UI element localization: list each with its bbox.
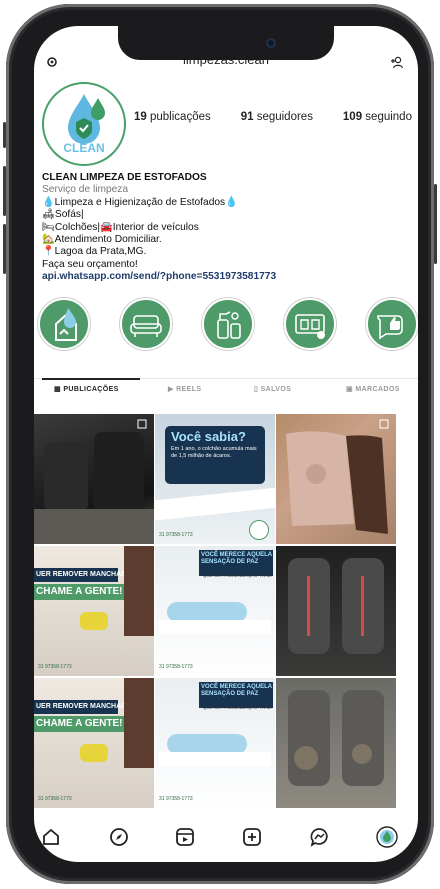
post-merece-paz[interactable]: VOCÊ MERECE AQUELA SENSAÇÃO DE PAZ QUE S… (155, 546, 275, 676)
post-phone: 31 97358-1773 (159, 664, 193, 670)
highlight-home[interactable] (38, 298, 90, 350)
tab-marcados[interactable]: ▣ MARCADOS (346, 385, 400, 393)
posts-count: 19 (134, 111, 147, 123)
add-user-icon[interactable] (390, 55, 404, 69)
bio-link[interactable]: api.whatsapp.com/send/?phone=55319735817… (42, 271, 402, 283)
bio-line: 💧Limpeza e Higienização de Estofados💧 (42, 196, 238, 208)
highlight-thumbs[interactable] (366, 298, 418, 350)
post-subtext: CHAME A GENTE! (36, 718, 123, 729)
followers-stat[interactable]: 91 seguidores (241, 111, 313, 123)
home-check-icon (55, 308, 77, 341)
following-label: seguindo (365, 111, 412, 123)
post-car-seats[interactable] (276, 546, 396, 676)
post-merece-paz-2[interactable]: VOCÊ MERECE AQUELA SENSAÇÃO DE PAZ QUE S… (155, 678, 275, 808)
followers-label: seguidores (256, 111, 313, 123)
highlight-products[interactable] (202, 298, 254, 350)
post-phone: 31 97358-1773 (159, 532, 193, 538)
post-phone: 31 97358-1773 (38, 796, 72, 802)
messenger-icon (310, 828, 328, 847)
car-seat-icon (295, 314, 325, 339)
following-count: 109 (342, 111, 363, 123)
nav-new-post[interactable] (241, 826, 263, 848)
post-phone: 31 97358-1773 (159, 796, 193, 802)
tab-label: MARCADOS (355, 386, 400, 393)
followers-count: 91 (240, 111, 254, 123)
post-subtext: CHAME A GENTE! (36, 586, 123, 597)
nav-home[interactable] (40, 826, 62, 848)
story-highlights (34, 298, 418, 350)
phone-frame: limpezas.clean CLEAN 19 publicações 91 s… (3, 4, 437, 884)
notch (118, 26, 334, 60)
tab-publicacoes[interactable]: ▦ PUBLICAÇÕES (54, 385, 119, 393)
tab-label: SALVOS (260, 386, 292, 393)
nav-profile[interactable] (376, 826, 398, 848)
highlight-sofa[interactable] (120, 298, 172, 350)
post-caption: Você sabia? (171, 429, 246, 444)
bio: CLEAN LIMPEZA DE ESTOFADOS Serviço de li… (42, 172, 402, 284)
tab-salvos[interactable]: ▯ SALVOS (254, 385, 291, 393)
post-caption: VOCÊ MERECE AQUELA SENSAÇÃO DE PAZ (201, 552, 272, 565)
post-caption: UER REMOVER MANCHAS? (36, 703, 131, 710)
post-subtext: QUE SÓ A HIGIENIZAÇÃO TRAZ. (203, 705, 272, 710)
home-icon (43, 828, 59, 845)
explore-icon (110, 828, 128, 846)
tab-reels[interactable]: ▶ REELS (168, 385, 201, 393)
screen: limpezas.clean CLEAN 19 publicações 91 s… (34, 26, 418, 862)
nav-messenger[interactable] (309, 826, 331, 848)
posts-label: publicações (150, 111, 211, 123)
bio-line: 🏡Atendimento Domiciliar. (42, 234, 162, 246)
tab-label: PUBLICAÇÕES (63, 386, 119, 393)
tab-label: REELS (176, 386, 202, 393)
active-tab-indicator (42, 378, 140, 380)
posts-stat[interactable]: 19 publicações (134, 111, 211, 123)
bio-category: Serviço de limpeza (42, 184, 129, 196)
cleaning-products-icon (217, 311, 241, 339)
bio-line: 📍Lagoa da Prata,MG. (42, 246, 147, 258)
sofa-icon (130, 315, 162, 337)
nav-explore[interactable] (108, 826, 130, 848)
post-phone: 31 97358-1773 (38, 664, 72, 670)
profile-stats: 19 publicações 91 seguidores 109 seguind… (134, 111, 412, 123)
post-armchair[interactable] (276, 414, 396, 544)
profile-icon (376, 826, 398, 848)
thumbs-up-icon (377, 315, 403, 340)
nav-reels[interactable] (174, 826, 196, 848)
avatar[interactable]: CLEAN (42, 82, 126, 166)
bottom-navigation (34, 826, 418, 850)
post-caption: VOCÊ MERECE AQUELA SENSAÇÃO DE PAZ (201, 684, 272, 697)
post-voce-sabia[interactable]: Você sabia? Em 1 ano, o colchão acumula … (155, 414, 275, 544)
post-manchas[interactable]: UER REMOVER MANCHAS? CHAME A GENTE! 31 9… (34, 546, 154, 676)
highlight-car[interactable] (284, 298, 336, 350)
following-stat[interactable]: 109 seguindo (343, 111, 412, 123)
bio-name: CLEAN LIMPEZA DE ESTOFADOS (42, 172, 207, 183)
post-subtext: Em 1 ano, o colchão acumula mais de 1,5 … (171, 446, 257, 459)
reels-icon (176, 828, 194, 846)
bio-line: Faça seu orçamento! (42, 258, 138, 270)
post-manchas-2[interactable]: UER REMOVER MANCHAS? CHAME A GENTE! 31 9… (34, 678, 154, 808)
post-car-seats-dirty[interactable] (276, 678, 396, 808)
avatar-text: CLEAN (63, 141, 104, 155)
post-car-seat-dark[interactable] (34, 414, 154, 544)
post-caption: UER REMOVER MANCHAS? (36, 571, 131, 578)
profile-tabs: ▦ PUBLICAÇÕES ▶ REELS ▯ SALVOS ▣ MARCADO… (34, 378, 418, 401)
new-post-icon (243, 828, 261, 846)
bio-line: 🛏Colchões|🚘Interior de veículos (42, 221, 199, 233)
post-subtext: QUE SÓ A HIGIENIZAÇÃO TRAZ. (203, 573, 272, 578)
bio-line: 🛋Sofás| (42, 209, 84, 221)
